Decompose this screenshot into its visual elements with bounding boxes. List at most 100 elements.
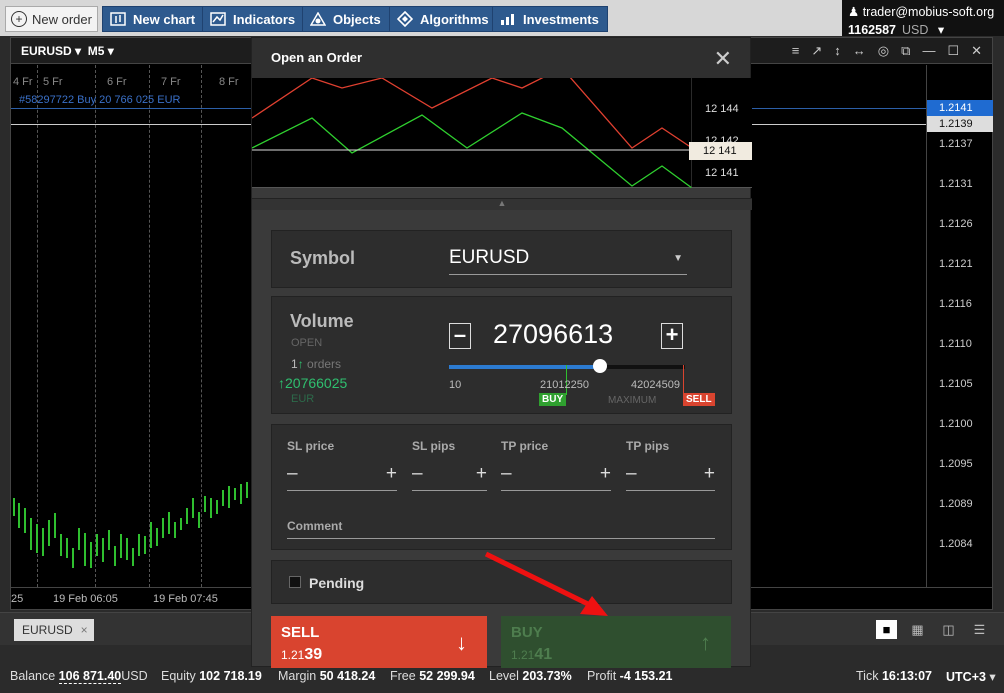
layout-rows-icon[interactable]: ☰ — [969, 620, 990, 639]
margin-level: Level 203.73% — [489, 669, 572, 683]
tab-label: EURUSD — [22, 623, 73, 637]
sl-pips-field[interactable]: – + — [412, 461, 487, 491]
new-chart-button[interactable]: New chart — [102, 6, 205, 32]
diamond-icon — [396, 11, 414, 27]
sl-tp-panel: SL price SL pips TP price TP pips – + – + … — [271, 424, 732, 550]
price-label: 1.2116 — [939, 298, 972, 310]
indicators-label: Indicators — [233, 11, 296, 27]
price-axis[interactable]: 1.2141 1.2139 1.2137 1.2131 1.2126 1.212… — [926, 65, 993, 587]
date-label: 8 Fr — [219, 76, 239, 88]
price-label: 1.2095 — [939, 458, 973, 470]
open-currency: EUR — [291, 393, 315, 405]
dialog-title: Open an Order — [271, 50, 363, 65]
equity: Equity 102 718.19 — [161, 669, 262, 683]
new-chart-label: New chart — [133, 11, 196, 27]
investments-button[interactable]: Investments — [492, 6, 608, 32]
algorithms-label: Algorithms — [420, 11, 489, 27]
margin: Margin 50 418.24 — [278, 669, 376, 683]
sl-price-field[interactable]: – + — [287, 461, 397, 491]
minimize-icon[interactable]: — — [922, 43, 935, 59]
layout-single-icon[interactable]: ■ — [876, 620, 897, 639]
sell-button[interactable]: SELL 1.2139 ↓ — [271, 616, 487, 668]
detach-icon[interactable]: ⧉ — [901, 43, 910, 59]
volume-panel: Volume OPEN 1↑ orders ↑20766025 EUR – 27… — [271, 296, 732, 414]
sell-marker — [683, 365, 684, 395]
time-label: 19 Feb 06:05 — [53, 593, 118, 605]
tp-pips-label: TP pips — [626, 439, 670, 453]
mini-chart: 12 144 12 142 12 141 12 141 — [252, 78, 752, 188]
tick-time: Tick 16:13:07 — [856, 669, 932, 683]
slider-min: 10 — [449, 379, 462, 391]
volume-increase-button[interactable]: + — [661, 323, 683, 349]
vertical-line-icon[interactable]: ↕ — [834, 43, 841, 59]
layout-columns-icon[interactable]: ◫ — [938, 620, 959, 639]
volume-decrease-button[interactable]: – — [449, 323, 471, 349]
open-label: OPEN — [291, 337, 323, 349]
open-volume: ↑20766025 — [278, 375, 348, 391]
objects-button[interactable]: Objects — [302, 6, 390, 32]
tab-close-icon[interactable]: × — [81, 623, 88, 637]
close-icon[interactable]: ✕ — [971, 43, 982, 59]
sl-pips-label: SL pips — [412, 439, 456, 453]
pending-checkbox[interactable] — [289, 576, 301, 588]
tab-eurusd[interactable]: EURUSD × — [14, 619, 94, 641]
symbol-select[interactable]: EURUSD ▼ — [449, 247, 687, 275]
maximum-label: MAXIMUM — [608, 395, 657, 406]
time-label: 25 — [11, 593, 24, 605]
order-price-tag: 1.2141 — [927, 100, 993, 116]
sell-badge: SELL — [683, 393, 715, 406]
dialog-header: Open an Order ✕ — [252, 38, 750, 78]
volume-slider-handle[interactable] — [593, 359, 607, 373]
price-label: 1.2137 — [939, 138, 973, 150]
symbol-label: Symbol — [290, 248, 356, 268]
algorithms-button[interactable]: Algorithms — [389, 6, 498, 32]
sell-price: 1.2139 — [281, 646, 323, 663]
symbol-value: EURUSD — [449, 247, 530, 268]
mini-price-label: 12 144 — [705, 103, 739, 115]
target-icon[interactable]: ◎ — [878, 43, 889, 59]
time-label: 19 Feb 07:45 — [153, 593, 218, 605]
timezone-selector[interactable]: UTC+3 ▾ — [946, 669, 996, 684]
layout-grid-icon[interactable]: ▦ — [907, 620, 928, 639]
price-label: 1.2105 — [939, 378, 973, 390]
price-label: 1.2089 — [939, 498, 973, 510]
balance: Balance 106 871.40USD — [10, 669, 148, 684]
chart-bars-icon — [109, 11, 127, 27]
investments-label: Investments — [523, 11, 599, 27]
tp-price-label: TP price — [501, 439, 549, 453]
comment-input[interactable] — [287, 538, 715, 539]
volume-input[interactable]: 27096613 — [493, 319, 613, 350]
volume-label: Volume — [290, 311, 354, 331]
collapse-chevron-icon[interactable]: ▲ — [252, 198, 752, 210]
arrow-up-icon: ↑ — [700, 630, 711, 655]
fibonacci-icon[interactable]: ≡ — [792, 43, 800, 59]
date-label: 4 Fr — [13, 76, 33, 88]
close-icon[interactable]: ✕ — [714, 46, 732, 72]
new-order-button[interactable]: + New order — [5, 6, 98, 32]
price-label: 1.2100 — [939, 418, 973, 430]
trendline-icon[interactable]: ↗ — [811, 43, 822, 59]
plus-circle-icon: + — [11, 11, 27, 27]
account-panel[interactable]: ♟ trader@mobius-soft.org 1162587 USD ▾ — [842, 0, 1004, 37]
sl-price-label: SL price — [287, 439, 335, 453]
account-email: trader@mobius-soft.org — [862, 5, 995, 19]
account-id: 1162587 — [848, 23, 896, 37]
buy-price: 1.2141 — [511, 646, 553, 663]
indicator-icon — [209, 11, 227, 27]
date-label: 7 Fr — [161, 76, 181, 88]
horizontal-line-icon[interactable]: ↔ — [853, 43, 866, 59]
new-order-label: New order — [32, 11, 92, 27]
indicators-button[interactable]: Indicators — [202, 6, 305, 32]
comment-label: Comment — [287, 519, 343, 533]
profit: Profit -4 153.21 — [587, 669, 673, 683]
tp-pips-field[interactable]: – + — [626, 461, 715, 491]
buy-button[interactable]: BUY 1.2141 ↑ — [501, 616, 731, 668]
investments-icon — [499, 11, 517, 27]
free-margin: Free 52 299.94 — [390, 669, 475, 683]
tp-price-field[interactable]: – + — [501, 461, 611, 491]
chart-symbol-selector[interactable]: EURUSD ▾ M5 ▾ — [21, 44, 114, 58]
maximize-icon[interactable]: ☐ — [947, 43, 959, 59]
objects-label: Objects — [333, 11, 381, 27]
chevron-down-icon: ▾ — [937, 23, 945, 37]
top-toolbar: + New order New chart Indicators Objects… — [0, 0, 1004, 37]
